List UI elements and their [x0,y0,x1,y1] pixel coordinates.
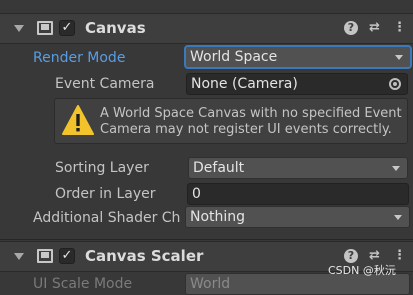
canvas-header[interactable]: ✓ Canvas ? ⇄ ⋮ [0,13,413,44]
canvas-component-icon [37,21,53,35]
checkmark-icon: ✓ [61,20,73,35]
canvas-scaler-title: Canvas Scaler [85,247,204,265]
canvas-foldout-arrow[interactable] [14,25,24,32]
warning-text: A World Space Canvas with no specified E… [100,106,402,137]
shader-channels-label: Additional Shader Ch [33,210,181,226]
canvas-scaler-component-icon [37,249,53,263]
warning-icon [62,105,94,135]
checkmark-icon: ✓ [61,248,73,263]
event-camera-field[interactable]: None (Camera) [186,73,408,95]
ui-scale-mode-value: World [190,276,231,292]
chevron-down-icon [395,55,403,60]
help-icon[interactable]: ? [344,249,358,263]
order-in-layer-input[interactable]: 0 [187,183,409,205]
render-mode-label: Render Mode [33,50,126,66]
canvas-scaler-foldout-arrow[interactable] [14,253,24,260]
render-mode-value: World Space [190,49,278,65]
presets-icon[interactable]: ⇄ [369,20,380,36]
watermark: CSDN @秋沅 [328,264,396,277]
object-picker-icon[interactable] [389,78,401,90]
sorting-layer-dropdown[interactable]: Default [188,157,408,179]
warning-helpbox: A World Space Canvas with no specified E… [54,98,408,144]
render-mode-dropdown[interactable]: World Space [185,46,411,68]
canvas-scaler-enabled-checkbox[interactable]: ✓ [59,248,75,264]
ui-scale-mode-label: UI Scale Mode [33,276,133,292]
sorting-layer-label: Sorting Layer [55,160,149,176]
shader-channels-value: Nothing [190,209,246,225]
help-icon[interactable]: ? [344,21,358,35]
component-divider [0,239,413,240]
event-camera-value: None (Camera) [191,76,298,92]
chevron-down-icon [394,215,402,220]
order-in-layer-label: Order in Layer [55,186,156,202]
chevron-down-icon [392,166,400,171]
canvas-enabled-checkbox[interactable]: ✓ [59,20,75,36]
sorting-layer-value: Default [193,160,245,176]
shader-channels-dropdown[interactable]: Nothing [185,206,410,228]
canvas-title: Canvas [85,19,146,37]
more-options-icon[interactable]: ⋮ [393,20,406,36]
order-in-layer-value: 0 [192,186,201,202]
event-camera-label: Event Camera [55,76,155,92]
